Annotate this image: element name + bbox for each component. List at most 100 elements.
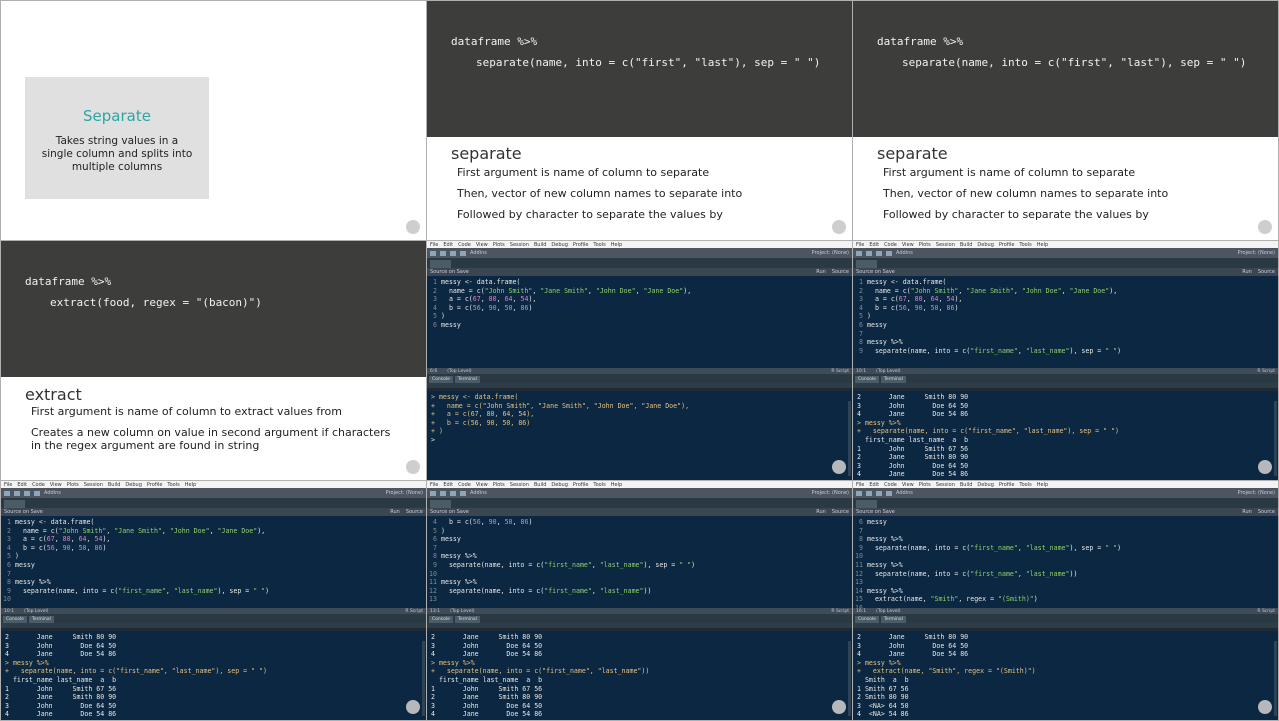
menu-plots[interactable]: Plots	[493, 482, 505, 488]
console-output[interactable]: > messy <- data.frame(+ name = c("John S…	[427, 391, 852, 480]
scope-selector[interactable]: (Top Level)	[876, 369, 900, 374]
menu-debug[interactable]: Debug	[977, 482, 993, 488]
tab-console[interactable]: Console	[3, 616, 27, 623]
scope-selector[interactable]: (Top Level)	[24, 609, 48, 614]
code-editor[interactable]: 1 messy <- data.frame(2 name = c("John Sm…	[1, 516, 426, 608]
menu-edit[interactable]: Edit	[443, 482, 453, 488]
menu-profile[interactable]: Profile	[147, 482, 163, 488]
code-editor[interactable]: 1 messy <- data.frame(2 name = c("John Sm…	[427, 276, 852, 368]
addins-menu[interactable]: Addins	[896, 490, 913, 496]
thumb-separate-intro[interactable]: Separate Takes string values in a single…	[1, 1, 426, 240]
new-file-icon[interactable]	[856, 250, 862, 256]
tab-terminal[interactable]: Terminal	[454, 376, 480, 383]
menu-build[interactable]: Build	[108, 482, 121, 488]
menu-build[interactable]: Build	[534, 242, 547, 248]
source-button[interactable]: Source	[832, 269, 849, 275]
source-on-save-checkbox[interactable]: Source on Save	[856, 509, 895, 515]
menu-file[interactable]: File	[430, 242, 438, 248]
console-scrollbar[interactable]	[1274, 401, 1277, 476]
menu-plots[interactable]: Plots	[493, 242, 505, 248]
thumb-separate-syntax-1[interactable]: dataframe %>% separate(name, into = c("fi…	[427, 1, 852, 240]
thumb-rstudio-1[interactable]: File Edit Code View Plots Session Build Debug Pr…	[427, 241, 852, 480]
console-scrollbar[interactable]	[422, 641, 425, 716]
tab-console[interactable]: Console	[855, 616, 879, 623]
console-scrollbar[interactable]	[848, 401, 851, 476]
print-icon[interactable]	[34, 490, 40, 496]
console-scrollbar[interactable]	[848, 641, 851, 716]
menu-code[interactable]: Code	[458, 242, 471, 248]
thumb-rstudio-2[interactable]: File Edit Code View Plots Session Build Debug Pr…	[853, 241, 1278, 480]
code-editor[interactable]: 6 messy 7 8 messy %>% 9 separate(name, into =…	[853, 516, 1278, 608]
project-menu[interactable]: Project: (None)	[812, 250, 849, 256]
menu-tools[interactable]: Tools	[1019, 482, 1031, 488]
code-editor[interactable]: 4 b = c(56, 90, 50, 86) 5) 6 messy 7 8 messy %…	[427, 516, 852, 608]
file-type-selector[interactable]: R Script	[831, 369, 849, 374]
console-output[interactable]: 2 Jane Smith 80 90 3 John Doe 64 50 4 Jane…	[853, 631, 1278, 720]
run-button[interactable]: Run	[816, 509, 826, 515]
menu-view[interactable]: View	[476, 242, 488, 248]
editor-tab-untitled[interactable]	[430, 500, 451, 508]
menu-edit[interactable]: Edit	[17, 482, 27, 488]
tab-console[interactable]: Console	[429, 616, 453, 623]
run-button[interactable]: Run	[816, 269, 826, 275]
menu-help[interactable]: Help	[611, 242, 622, 248]
menu-build[interactable]: Build	[960, 482, 973, 488]
menu-view[interactable]: View	[50, 482, 62, 488]
new-file-icon[interactable]	[856, 490, 862, 496]
console-scrollbar[interactable]	[1274, 641, 1277, 716]
addins-menu[interactable]: Addins	[470, 490, 487, 496]
menu-debug[interactable]: Debug	[977, 242, 993, 248]
thumb-rstudio-5[interactable]: File Edit Code View Plots Session Build Debug Pr…	[853, 481, 1278, 720]
menu-profile[interactable]: Profile	[999, 482, 1015, 488]
open-file-icon[interactable]	[440, 490, 446, 496]
new-file-icon[interactable]	[4, 490, 10, 496]
tab-terminal[interactable]: Terminal	[28, 616, 54, 623]
source-on-save-checkbox[interactable]: Source on Save	[430, 269, 469, 275]
console-output[interactable]: 2 Jane Smith 80 90 3 John Doe 64 50 4 Jane…	[427, 631, 852, 720]
file-type-selector[interactable]: R Script	[831, 609, 849, 614]
print-icon[interactable]	[886, 490, 892, 496]
print-icon[interactable]	[460, 490, 466, 496]
menu-edit[interactable]: Edit	[869, 242, 879, 248]
project-menu[interactable]: Project: (None)	[812, 490, 849, 496]
scope-selector[interactable]: (Top Level)	[876, 609, 900, 614]
tab-terminal[interactable]: Terminal	[880, 376, 906, 383]
code-editor[interactable]: 1 messy <- data.frame(2 name = c("John Sm…	[853, 276, 1278, 368]
save-icon[interactable]	[876, 490, 882, 496]
menu-file[interactable]: File	[430, 482, 438, 488]
run-button[interactable]: Run	[1242, 509, 1252, 515]
project-menu[interactable]: Project: (None)	[386, 490, 423, 496]
menu-help[interactable]: Help	[1037, 242, 1048, 248]
thumb-extract-syntax[interactable]: dataframe %>% extract(food, regex = "(bac…	[1, 241, 426, 480]
menu-code[interactable]: Code	[458, 482, 471, 488]
tab-console[interactable]: Console	[429, 376, 453, 383]
menu-profile[interactable]: Profile	[573, 482, 589, 488]
menu-profile[interactable]: Profile	[999, 242, 1015, 248]
source-button[interactable]: Source	[832, 509, 849, 515]
editor-tab-untitled[interactable]	[4, 500, 25, 508]
menu-help[interactable]: Help	[611, 482, 622, 488]
menu-plots[interactable]: Plots	[919, 242, 931, 248]
project-menu[interactable]: Project: (None)	[1238, 250, 1275, 256]
tab-terminal[interactable]: Terminal	[880, 616, 906, 623]
open-file-icon[interactable]	[14, 490, 20, 496]
addins-menu[interactable]: Addins	[44, 490, 61, 496]
addins-menu[interactable]: Addins	[470, 250, 487, 256]
source-button[interactable]: Source	[1258, 509, 1275, 515]
menu-file[interactable]: File	[856, 482, 864, 488]
menu-session[interactable]: Session	[510, 482, 529, 488]
tab-console[interactable]: Console	[855, 376, 879, 383]
tab-terminal[interactable]: Terminal	[454, 616, 480, 623]
menu-file[interactable]: File	[4, 482, 12, 488]
menu-code[interactable]: Code	[884, 482, 897, 488]
menu-help[interactable]: Help	[185, 482, 196, 488]
thumb-separate-syntax-2[interactable]: dataframe %>% separate(name, into = c("fi…	[853, 1, 1278, 240]
print-icon[interactable]	[886, 250, 892, 256]
run-button[interactable]: Run	[390, 509, 400, 515]
menu-view[interactable]: View	[902, 242, 914, 248]
menu-code[interactable]: Code	[884, 242, 897, 248]
menu-file[interactable]: File	[856, 242, 864, 248]
open-file-icon[interactable]	[866, 490, 872, 496]
menu-session[interactable]: Session	[936, 242, 955, 248]
save-icon[interactable]	[450, 490, 456, 496]
